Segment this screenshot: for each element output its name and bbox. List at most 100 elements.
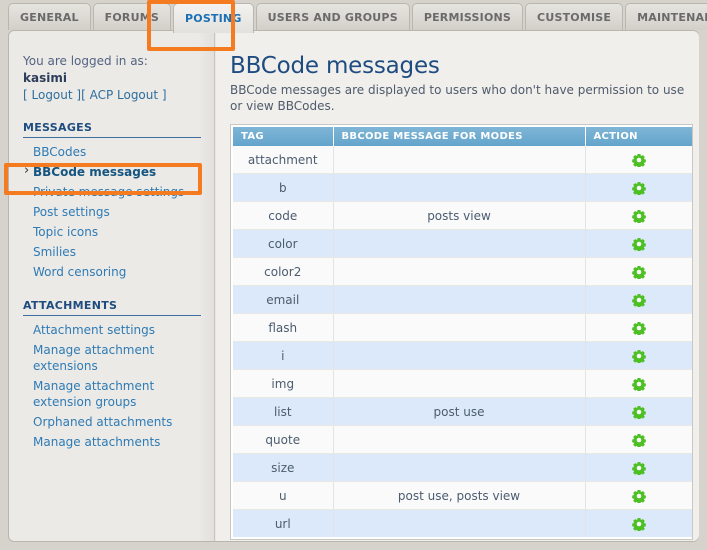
table-row: attachment xyxy=(233,146,692,174)
sidebar-item-orphaned-attachments[interactable]: Orphaned attachments xyxy=(23,412,214,432)
cell-modes xyxy=(333,509,586,537)
sidebar-item-label: BBCode messages xyxy=(33,165,157,179)
cell-modes xyxy=(333,425,586,454)
sidebar-item-manage-attachment-extensions[interactable]: Manage attachment extensions xyxy=(23,340,214,376)
tab-label: POSTING xyxy=(185,12,242,25)
gear-icon[interactable] xyxy=(631,349,646,363)
sidebar-item-manage-attachments[interactable]: Manage attachments xyxy=(23,432,214,452)
cell-modes: post use, posts view xyxy=(333,481,586,510)
cell-tag: url xyxy=(233,509,334,537)
bbcode-messages-table: TAG BBCODE MESSAGE FOR MODES ACTION attach… xyxy=(233,127,692,537)
sidebar-item-attachment-settings[interactable]: Attachment settings xyxy=(23,320,214,340)
table-header-row: TAG BBCODE MESSAGE FOR MODES ACTION xyxy=(233,127,692,146)
cell-modes: post use xyxy=(333,397,586,426)
cell-tag: attachment xyxy=(233,146,334,174)
sidebar-item-private-message-settings[interactable]: Private message settings xyxy=(23,182,214,202)
tab-posting[interactable]: POSTING xyxy=(173,3,254,33)
cell-tag: img xyxy=(233,369,334,398)
cell-action xyxy=(585,285,692,314)
sidebar-item-label: BBCodes xyxy=(33,145,87,159)
tab-forums[interactable]: FORUMS xyxy=(92,3,171,30)
tab-general[interactable]: GENERAL xyxy=(8,3,91,30)
sidebar-item-label: Orphaned attachments xyxy=(33,415,173,429)
page-title: BBCode messages xyxy=(230,53,440,79)
table-row: flash xyxy=(233,313,692,342)
sidebar-item-label: Manage attachments xyxy=(33,435,161,449)
table-row: code posts view xyxy=(233,201,692,230)
gear-icon[interactable] xyxy=(631,517,646,531)
tab-label: USERS AND GROUPS xyxy=(267,10,398,24)
tab-label: FORUMS xyxy=(104,10,159,24)
gear-icon[interactable] xyxy=(631,321,646,335)
sidebar-item-label: Smilies xyxy=(33,245,76,259)
cell-action xyxy=(585,341,692,370)
sidebar-item-bbcodes[interactable]: BBCodes xyxy=(23,142,214,162)
table-body: attachment b code posts view color color2 emai… xyxy=(233,146,692,537)
cell-action xyxy=(585,257,692,286)
cell-modes xyxy=(333,229,586,258)
table-row: color2 xyxy=(233,257,692,286)
table-row: quote xyxy=(233,425,692,454)
column-header-bbcode-message-for-modes: BBCODE MESSAGE FOR MODES xyxy=(333,127,586,146)
cell-modes xyxy=(333,313,586,342)
sidebar-item-word-censoring[interactable]: Word censoring xyxy=(23,262,214,282)
gear-icon[interactable] xyxy=(631,405,646,419)
sidebar-item-manage-attachment-extension-groups[interactable]: Manage attachment extension groups xyxy=(23,376,214,412)
tab-label: CUSTOMISE xyxy=(537,10,612,24)
sidebar-item-label: Manage attachment extension groups xyxy=(33,379,155,409)
cell-action xyxy=(585,201,692,230)
gear-icon[interactable] xyxy=(631,237,646,251)
gear-icon[interactable] xyxy=(631,153,646,167)
admin-tab-bar: GENERAL FORUMS POSTING USERS AND GROUPS PERM… xyxy=(0,0,707,33)
cell-modes xyxy=(333,257,586,286)
cell-action xyxy=(585,146,692,174)
table-row: b xyxy=(233,173,692,202)
table-row: size xyxy=(233,453,692,482)
gear-icon[interactable] xyxy=(631,209,646,223)
table-row: email xyxy=(233,285,692,314)
sidebar-item-label: Attachment settings xyxy=(33,323,156,337)
table-row: color xyxy=(233,229,692,258)
tab-customise[interactable]: CUSTOMISE xyxy=(525,3,624,30)
cell-action xyxy=(585,481,692,510)
cell-tag: email xyxy=(233,285,334,314)
sidebar-item-label: Private message settings xyxy=(33,185,185,199)
logout-link[interactable]: [ Logout ] xyxy=(23,88,81,102)
gear-icon[interactable] xyxy=(631,293,646,307)
table-row: u post use, posts view xyxy=(233,481,692,510)
sidebar-section-title: MESSAGES xyxy=(23,121,201,138)
table-row: img xyxy=(233,369,692,398)
cell-tag: flash xyxy=(233,313,334,342)
sidebar-item-post-settings[interactable]: Post settings xyxy=(23,202,214,222)
cell-modes xyxy=(333,453,586,482)
gear-icon[interactable] xyxy=(631,377,646,391)
cell-action xyxy=(585,425,692,454)
sidebar-item-topic-icons[interactable]: Topic icons xyxy=(23,222,214,242)
tab-maintenance[interactable]: MAINTENANCE xyxy=(625,3,707,30)
username: kasimi xyxy=(23,71,67,85)
cell-tag: code xyxy=(233,201,334,230)
cell-action xyxy=(585,397,692,426)
gear-icon[interactable] xyxy=(631,433,646,447)
sidebar-item-label: Topic icons xyxy=(33,225,99,239)
gear-icon[interactable] xyxy=(631,461,646,475)
content-area: BBCode messages BBCode messages are disp… xyxy=(216,31,699,541)
acp-logout-link[interactable]: [ ACP Logout ] xyxy=(81,88,167,102)
tab-permissions[interactable]: PERMISSIONS xyxy=(411,3,524,30)
tab-label: PERMISSIONS xyxy=(423,10,512,24)
cell-tag: color2 xyxy=(233,257,334,286)
cell-modes xyxy=(333,146,586,174)
tab-users-and-groups[interactable]: USERS AND GROUPS xyxy=(255,3,410,30)
sidebar-section-title: ATTACHMENTS xyxy=(23,299,201,316)
admin-panel: You are logged in as: kasimi [ Logout ][… xyxy=(8,30,699,542)
sidebar-nav-list: BBCodes BBCode messages Private message se… xyxy=(23,138,214,282)
sidebar-item-bbcode-messages[interactable]: BBCode messages xyxy=(23,162,214,182)
column-header-tag: TAG xyxy=(233,127,334,146)
cell-modes: posts view xyxy=(333,201,586,230)
gear-icon[interactable] xyxy=(631,181,646,195)
gear-icon[interactable] xyxy=(631,265,646,279)
sidebar-item-smilies[interactable]: Smilies xyxy=(23,242,214,262)
gear-icon[interactable] xyxy=(631,489,646,503)
logged-in-label: You are logged in as: xyxy=(23,54,148,68)
page-description: BBCode messages are displayed to users w… xyxy=(230,83,685,113)
